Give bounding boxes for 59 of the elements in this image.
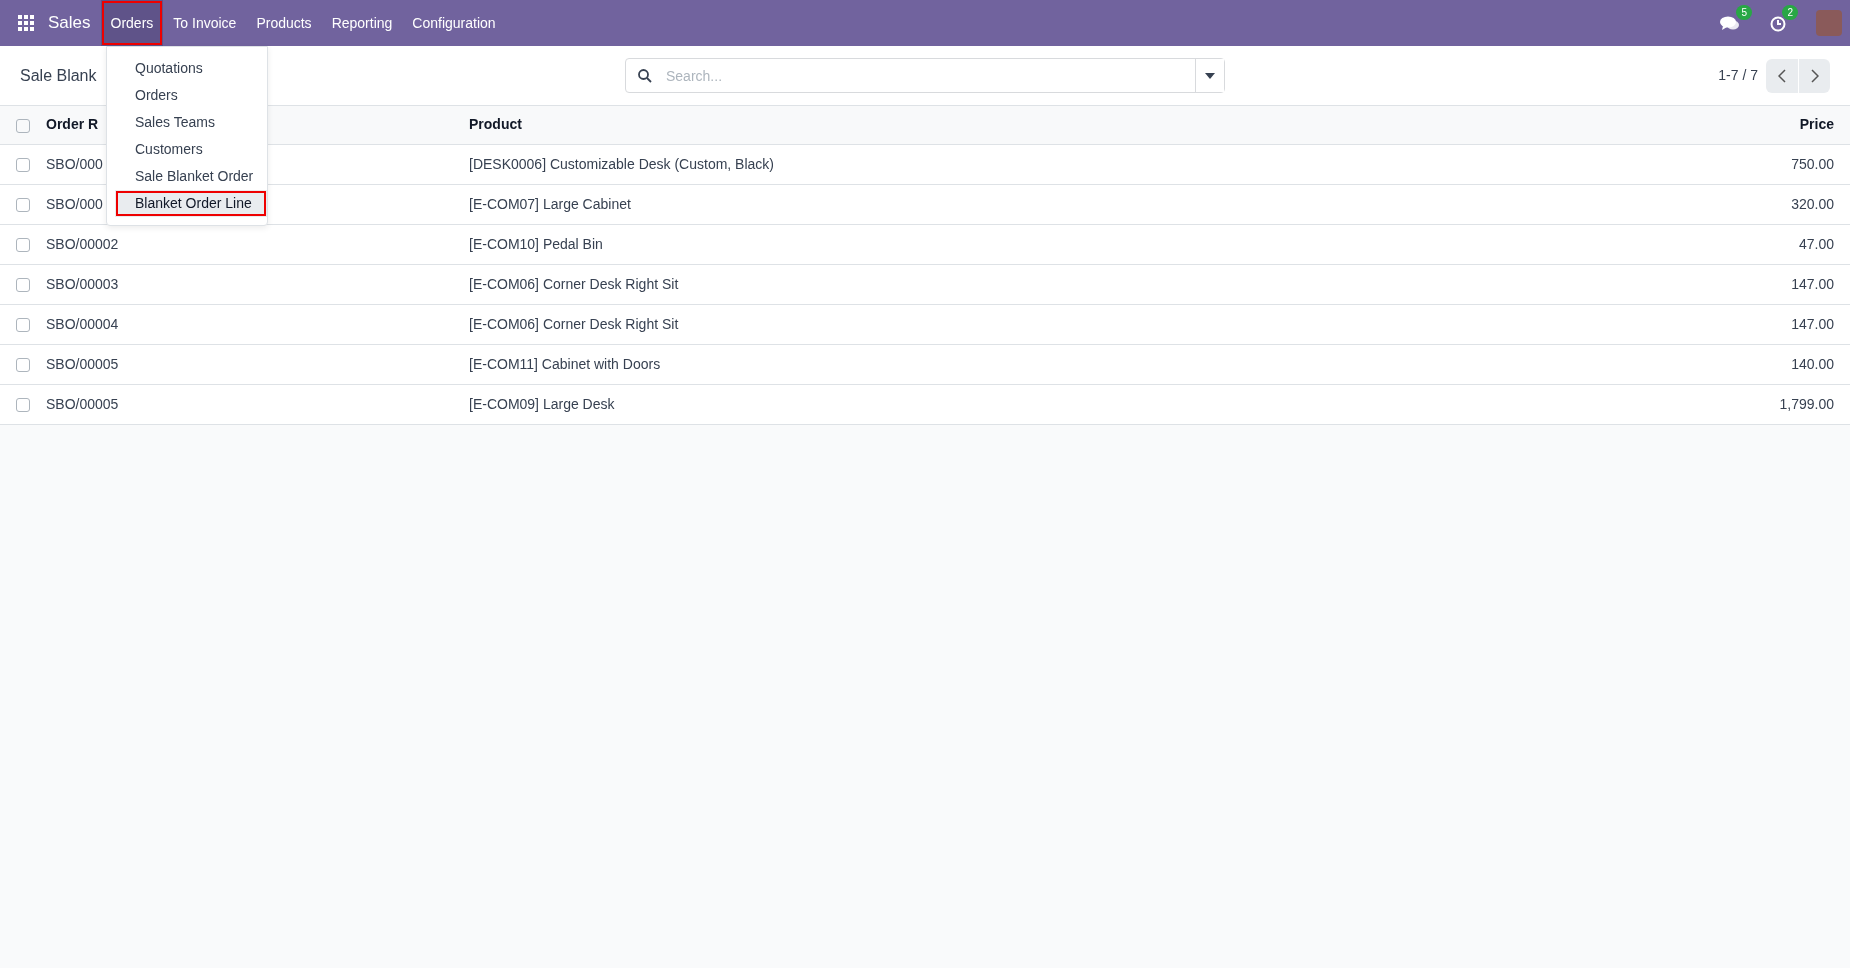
search-options-button[interactable] — [1195, 59, 1224, 92]
dropdown-item[interactable]: Blanket Order Line — [115, 190, 267, 217]
select-all-checkbox[interactable] — [16, 118, 30, 133]
table-cell: [DESK0006] Customizable Desk (Custom, Black) — [469, 155, 774, 172]
menu-item[interactable]: Orders — [100, 0, 164, 46]
row-checkbox[interactable] — [16, 397, 30, 412]
table-cell: SBO/00003 — [46, 275, 119, 292]
row-checkbox[interactable] — [16, 317, 30, 332]
chat-icon[interactable] — [1720, 15, 1740, 32]
table-cell: [E-COM10] Pedal Bin — [469, 235, 603, 252]
menu-item[interactable]: Products — [246, 0, 322, 46]
row-checkbox[interactable] — [16, 357, 30, 372]
table-cell: SBO/00002 — [46, 235, 119, 252]
menu-item[interactable]: To Invoice — [163, 0, 247, 46]
app-title[interactable]: Sales — [48, 10, 91, 36]
row-checkbox[interactable] — [16, 277, 30, 292]
table-cell: 47.00 — [1798, 235, 1834, 252]
table-cell: 147.00 — [1791, 275, 1834, 292]
table-cell: SBO/000 — [46, 195, 103, 212]
menu-item[interactable]: Reporting — [321, 0, 403, 46]
dropdown-item[interactable]: Sale Blanket Order — [115, 163, 267, 190]
app-grid-icon[interactable] — [18, 15, 34, 31]
message-count-badge: 5 — [1736, 4, 1752, 20]
pager-text: 1-7 / 7 — [1718, 66, 1758, 85]
dropdown-item[interactable]: Quotations — [115, 55, 267, 82]
table-cell: SBO/000 — [46, 155, 103, 172]
chevron-right-icon — [1810, 68, 1819, 83]
table-cell: [E-COM09] Large Desk — [469, 395, 615, 412]
row-checkbox[interactable] — [16, 157, 30, 172]
dropdown-item[interactable]: Customers — [115, 136, 267, 163]
table-cell: 147.00 — [1791, 315, 1834, 332]
table-cell: 750.00 — [1791, 155, 1834, 172]
page-title: Sale Blank — [20, 66, 97, 84]
table-cell: SBO/00005 — [46, 395, 119, 412]
column-header[interactable]: Product — [469, 116, 522, 133]
table-cell: 320.00 — [1791, 195, 1834, 212]
menu-item[interactable]: Configuration — [402, 0, 506, 46]
clock-icon[interactable] — [1770, 15, 1786, 32]
table-cell: [E-COM06] Corner Desk Right Sit — [469, 315, 679, 332]
table-cell: [E-COM06] Corner Desk Right Sit — [469, 275, 679, 292]
search-bar[interactable]: Search... — [625, 58, 1225, 93]
caret-icon — [1205, 72, 1215, 79]
dropdown-item[interactable]: Orders — [115, 82, 267, 109]
row-checkbox[interactable] — [16, 197, 30, 212]
table-cell: 140.00 — [1791, 355, 1834, 372]
table-cell: SBO/00005 — [46, 355, 119, 372]
table-cell: SBO/00004 — [46, 315, 119, 332]
column-header[interactable]: Price — [1799, 116, 1834, 133]
chevron-left-icon — [1778, 68, 1786, 83]
table-cell: [E-COM11] Cabinet with Doors — [469, 355, 661, 372]
dropdown-item[interactable]: Sales Teams — [115, 109, 267, 136]
row-checkbox[interactable] — [16, 237, 30, 252]
table-cell: [E-COM07] Large Cabinet — [469, 195, 631, 212]
activity-count-badge: 2 — [1782, 4, 1798, 20]
column-header[interactable]: Order R — [46, 116, 99, 133]
next-button[interactable] — [1798, 58, 1830, 93]
previous-button[interactable] — [1766, 58, 1798, 93]
table-cell: 1,799.00 — [1779, 395, 1834, 412]
search-icon — [638, 68, 652, 83]
